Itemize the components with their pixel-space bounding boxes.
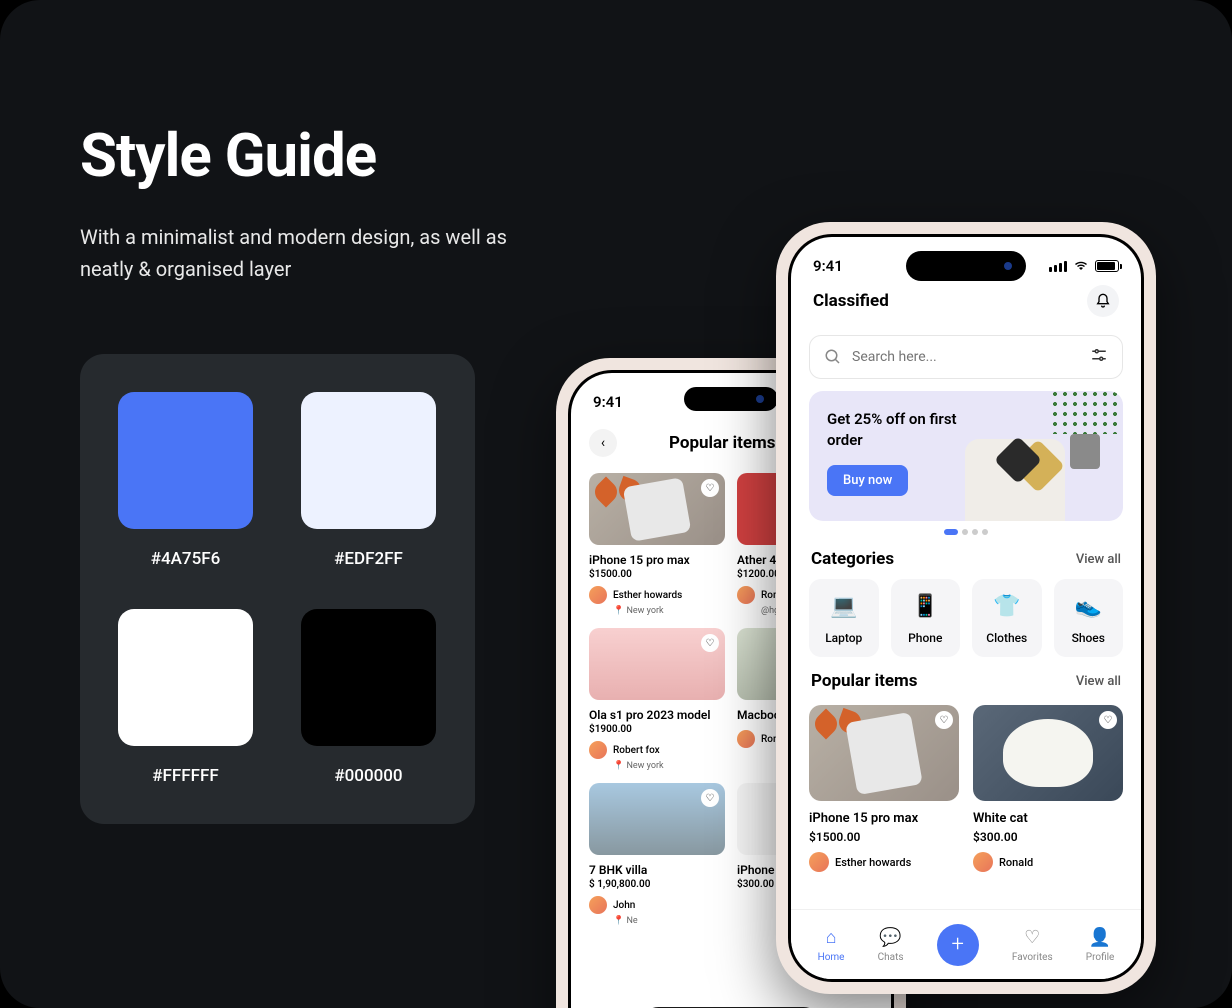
categories-title: Categories [811, 549, 894, 569]
swatch-label: #EDF2FF [334, 549, 403, 569]
seller-name: Ronald [999, 856, 1033, 869]
tab-chats[interactable]: 💬 Chats [878, 927, 904, 963]
category-label: Phone [908, 631, 942, 645]
swatch-label: #4A75F6 [151, 549, 221, 569]
seller-name: Robert fox [613, 745, 660, 756]
style-guide-desc: With a minimalist and modern design, as … [80, 221, 540, 285]
item-price: $1500.00 [589, 569, 725, 580]
status-time: 9:41 [813, 257, 843, 275]
item-name: iPhone 15 pro max [589, 553, 725, 567]
category-label: Shoes [1072, 631, 1105, 645]
seller-location: 📍 New york [613, 761, 725, 771]
seller-name: Esther howards [835, 856, 911, 869]
category-shoes[interactable]: 👟 Shoes [1054, 579, 1124, 657]
clothes-icon: 👕 [992, 591, 1022, 621]
swatch-white: #FFFFFF [118, 609, 253, 786]
category-laptop[interactable]: 💻 Laptop [809, 579, 879, 657]
seller-location: 📍 New york [613, 606, 725, 616]
seller-name: John [613, 900, 635, 911]
shoes-icon: 👟 [1073, 591, 1103, 621]
popular-card[interactable]: ♡ White cat $300.00 Ronald [973, 705, 1123, 872]
avatar [737, 586, 755, 604]
promo-image [965, 409, 1105, 521]
filter-icon[interactable] [1090, 346, 1108, 368]
fab-add[interactable]: + [937, 924, 979, 966]
swatch-label: #000000 [334, 766, 402, 786]
home-icon: ⌂ [826, 927, 837, 948]
heart-icon[interactable]: ♡ [935, 711, 953, 729]
heart-icon[interactable]: ♡ [1099, 711, 1117, 729]
heart-icon[interactable]: ♡ [701, 634, 719, 652]
page-title: Popular items [669, 433, 775, 453]
avatar [809, 852, 829, 872]
item-name: White cat [973, 811, 1123, 826]
tab-bar: ⌂ Home 💬 Chats + ♡ Favorites 👤 Profile [791, 909, 1141, 979]
item-card[interactable]: ♡ 7 BHK villa $ 1,90,800.00 John 📍 Ne [589, 783, 725, 926]
item-price: $ 1,90,800.00 [589, 879, 725, 890]
heart-icon[interactable]: ♡ [701, 479, 719, 497]
search-bar[interactable] [809, 335, 1123, 379]
notification-button[interactable] [1087, 285, 1119, 317]
buy-now-button[interactable]: Buy now [827, 465, 908, 496]
avatar [589, 741, 607, 759]
promo-banner[interactable]: Get 25% off on first order Buy now [809, 391, 1123, 521]
category-label: Laptop [825, 631, 862, 645]
tab-label: Chats [878, 952, 904, 963]
item-card[interactable]: ♡ iPhone 15 pro max $1500.00 Esther howa… [589, 473, 725, 616]
seller-name: Esther howards [613, 590, 682, 601]
back-button[interactable]: ‹ [589, 429, 617, 457]
popular-title: Popular items [811, 671, 917, 691]
view-all-link[interactable]: View all [1076, 674, 1121, 689]
category-label: Clothes [986, 631, 1027, 645]
item-price: $1900.00 [589, 724, 725, 735]
item-card[interactable]: ♡ Ola s1 pro 2023 model $1900.00 Robert … [589, 628, 725, 771]
app-brand: Classified [813, 291, 889, 311]
swatch-light: #EDF2FF [301, 392, 436, 569]
item-name: Ola s1 pro 2023 model [589, 708, 725, 722]
profile-icon: 👤 [1089, 927, 1111, 948]
tab-label: Home [818, 952, 845, 963]
swatch-primary: #4A75F6 [118, 392, 253, 569]
tab-profile[interactable]: 👤 Profile [1086, 927, 1115, 963]
notch [684, 387, 778, 411]
category-clothes[interactable]: 👕 Clothes [972, 579, 1042, 657]
swatch-black: #000000 [301, 609, 436, 786]
heart-icon: ♡ [1024, 927, 1040, 948]
avatar [973, 852, 993, 872]
status-icons [1049, 260, 1119, 272]
popular-card[interactable]: ♡ iPhone 15 pro max $1500.00 Esther howa… [809, 705, 959, 872]
view-all-link[interactable]: View all [1076, 552, 1121, 567]
seller-location: 📍 Ne [613, 916, 725, 926]
item-price: $1500.00 [809, 830, 959, 844]
phone-icon: 📱 [910, 591, 940, 621]
item-price: $300.00 [973, 830, 1123, 844]
item-name: iPhone 15 pro max [809, 811, 959, 826]
phone-classified-home: 9:41 Classified [776, 222, 1156, 994]
avatar [737, 730, 755, 748]
avatar [589, 896, 607, 914]
status-time: 9:41 [593, 393, 623, 411]
promo-text: Get 25% off on first order [827, 409, 957, 451]
avatar [589, 586, 607, 604]
category-phone[interactable]: 📱 Phone [891, 579, 961, 657]
notch [906, 251, 1026, 281]
item-name: 7 BHK villa [589, 863, 725, 877]
heart-icon[interactable]: ♡ [701, 789, 719, 807]
laptop-icon: 💻 [829, 591, 859, 621]
color-palette: #4A75F6 #EDF2FF #FFFFFF #000000 [80, 354, 475, 824]
tab-home[interactable]: ⌂ Home [818, 927, 845, 963]
tab-label: Profile [1086, 952, 1115, 963]
style-guide-title: Style Guide [80, 120, 540, 191]
chat-icon: 💬 [879, 927, 901, 948]
swatch-label: #FFFFFF [152, 766, 218, 786]
search-icon [824, 348, 842, 366]
tab-label: Favorites [1012, 952, 1053, 963]
tab-favorites[interactable]: ♡ Favorites [1012, 927, 1053, 963]
search-input[interactable] [852, 349, 1080, 365]
